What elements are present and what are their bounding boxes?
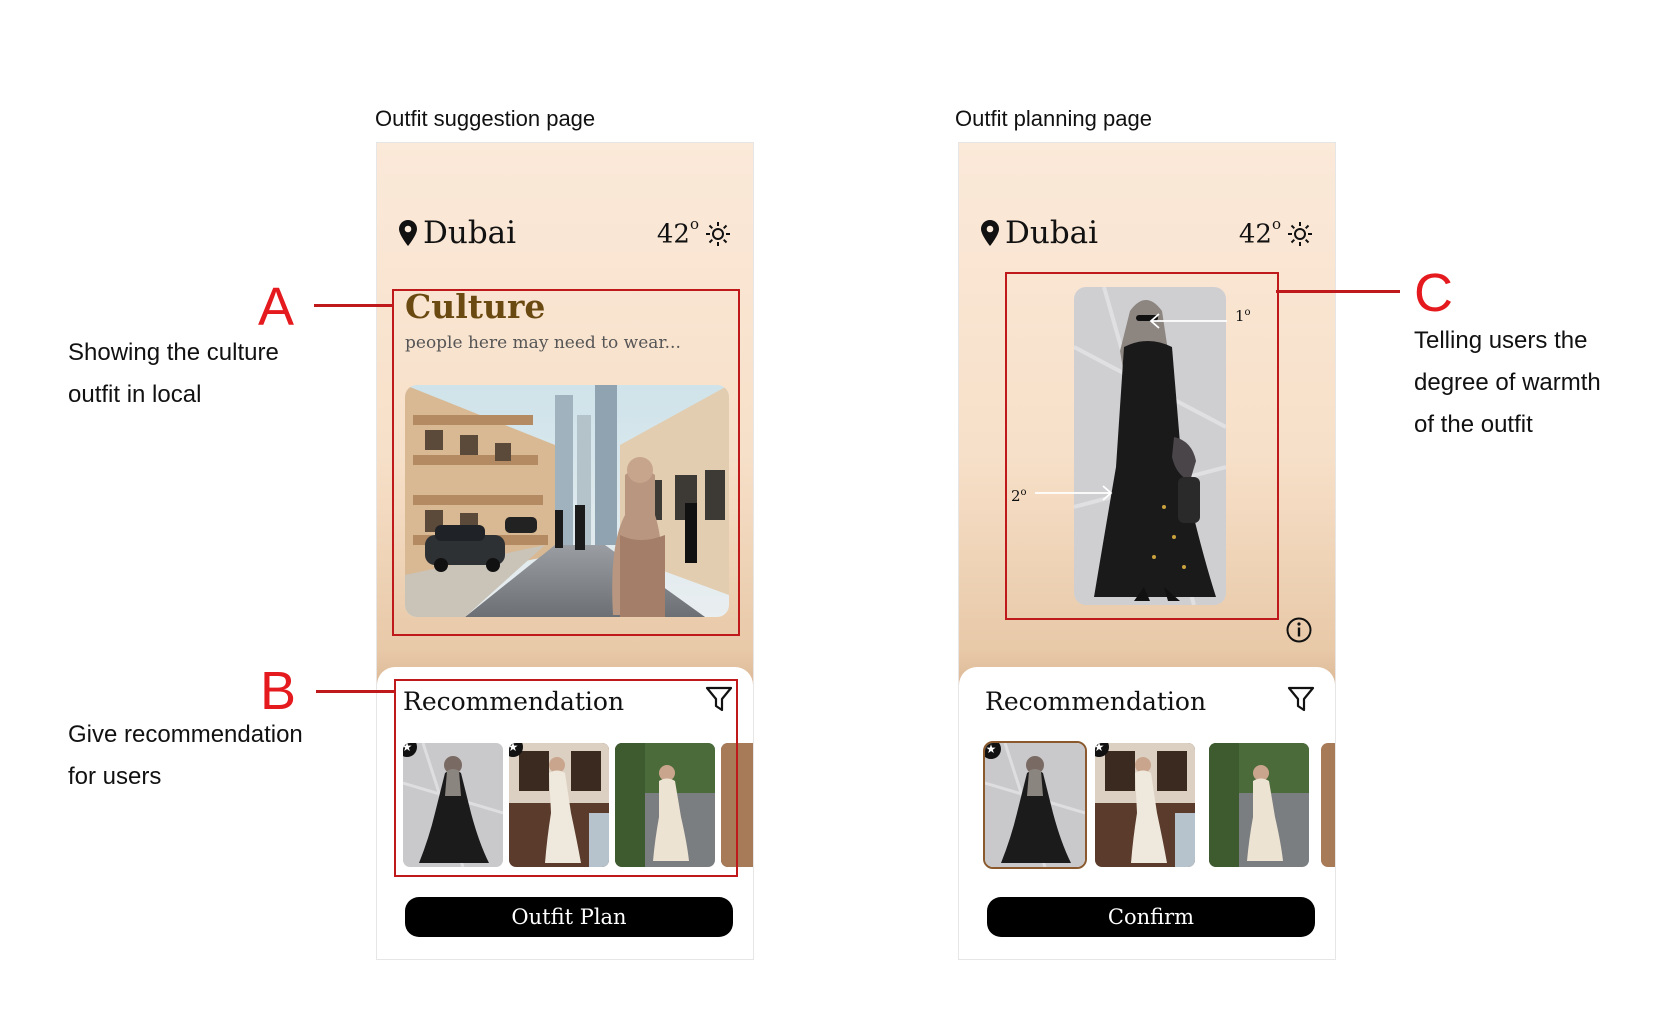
recommendation-panel: Recommendation ★ ★ Confirm (959, 667, 1335, 959)
annotation-text-a: Showing the culture outfit in local (68, 339, 279, 408)
recommendation-thumb-abaya-selected[interactable]: ★ (983, 741, 1087, 869)
annotation-box-c (1005, 272, 1279, 620)
location-display[interactable]: Dubai (981, 215, 1098, 251)
recommendation-thumb-cream-dress[interactable] (1209, 743, 1309, 867)
weather-display: 42o (1238, 215, 1313, 250)
recommendation-thumb-lace-dress[interactable]: ★ (1095, 743, 1195, 867)
temperature-value: 42o (656, 215, 699, 250)
outfit-plan-button[interactable]: Outfit Plan (405, 897, 733, 937)
city-name: Dubai (423, 215, 517, 251)
annotation-box-b (394, 679, 738, 877)
location-display[interactable]: Dubai (399, 215, 516, 251)
annotation-letter-b: B (260, 661, 297, 721)
location-pin-icon (399, 220, 417, 246)
suggestion-page-label: Outfit suggestion page (375, 106, 596, 131)
annotation-box-a (392, 289, 740, 636)
temperature-value: 42o (1238, 215, 1281, 250)
annotation-line-c (1276, 290, 1400, 293)
confirm-button[interactable]: Confirm (987, 897, 1315, 937)
annotation-line-a (314, 304, 394, 307)
annotation-line-b (316, 690, 396, 693)
location-pin-icon (981, 220, 999, 246)
sun-icon (1288, 222, 1312, 247)
city-name: Dubai (1005, 215, 1099, 251)
recommendation-title: Recommendation (985, 687, 1207, 716)
info-icon[interactable] (1285, 616, 1313, 644)
annotation-text-c: Telling users the degree of warmth of th… (1414, 327, 1601, 438)
annotation-letter-c: C (1414, 263, 1453, 323)
planning-page-label: Outfit planning page (955, 106, 1152, 131)
annotation-text-b: Give recommendation for users (68, 721, 303, 790)
filter-icon[interactable] (1287, 685, 1315, 713)
sun-icon (706, 222, 730, 247)
annotation-letter-a: A (258, 277, 295, 337)
recommendation-thumb-partial[interactable] (1321, 743, 1335, 867)
weather-display: 42o (656, 215, 731, 250)
